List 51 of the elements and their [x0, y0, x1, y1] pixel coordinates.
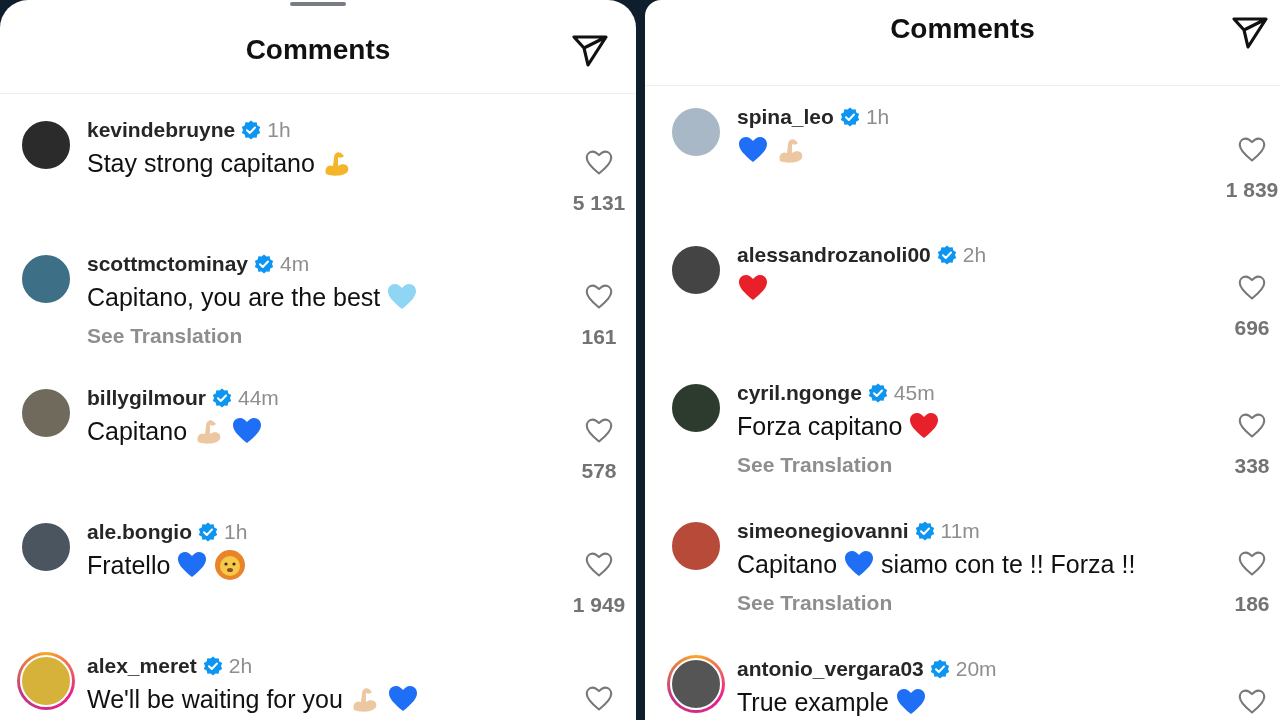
username[interactable]: alex_meret — [87, 654, 197, 678]
like-count: 578 — [581, 459, 617, 483]
drag-handle[interactable] — [290, 2, 346, 6]
username[interactable]: cyril.ngonge — [737, 381, 862, 405]
like-count: 338 — [1234, 454, 1270, 478]
like-count: 1 949 — [572, 593, 626, 617]
username[interactable]: simeonegiovanni — [737, 519, 909, 543]
like-count: 186 — [1234, 592, 1270, 616]
like-count: 5 131 — [572, 191, 626, 215]
comment-text: siamo con te !! Forza !! — [881, 549, 1136, 579]
comment-time: 4m — [280, 252, 310, 276]
like-count: 161 — [581, 325, 617, 349]
username[interactable]: alessandrozanoli00 — [737, 243, 931, 267]
username[interactable]: antonio_vergara03 — [737, 657, 924, 681]
comment-time: 2h — [228, 654, 253, 678]
like-heart-icon[interactable] — [1238, 136, 1266, 164]
comment-text: True example — [737, 687, 889, 717]
comment-time: 1h — [267, 118, 291, 142]
like-heart-icon[interactable] — [1238, 274, 1266, 302]
username[interactable]: scottmctominay — [87, 252, 249, 276]
comment-time: 1h — [224, 520, 248, 544]
comment-text: We'll be waiting for you — [87, 684, 343, 714]
like-heart-icon[interactable] — [585, 551, 613, 579]
like-heart-icon[interactable] — [585, 685, 613, 713]
comment-time: 2h — [962, 243, 987, 267]
sheet-title: Comments — [245, 33, 391, 66]
like-count: 1 839 — [1225, 178, 1279, 202]
username[interactable]: spina_leo — [737, 105, 834, 129]
username[interactable]: billygilmour — [87, 386, 206, 410]
username[interactable]: ale.bongio — [87, 520, 192, 544]
comment-time: 44m — [238, 386, 279, 410]
like-heart-icon[interactable] — [1238, 412, 1266, 440]
comment-time: 11m — [940, 519, 980, 543]
like-heart-icon[interactable] — [1238, 550, 1266, 578]
username[interactable]: kevindebruyne — [87, 118, 236, 142]
comment-text: Forza capitano — [737, 411, 903, 441]
comment-text: Capitano, you are the best — [87, 282, 381, 312]
lion-face-emoji-icon — [214, 549, 247, 581]
like-heart-icon[interactable] — [585, 283, 613, 311]
like-heart-icon[interactable] — [585, 149, 613, 177]
comment-text: Capitano — [737, 549, 838, 579]
comment-time: 20m — [955, 657, 997, 681]
comment-time: 45m — [893, 381, 935, 405]
like-heart-icon[interactable] — [1238, 688, 1266, 716]
sheet-title: Comments — [890, 13, 1035, 45]
comment-text: Capitano — [87, 416, 188, 446]
comment-text: Fratello — [87, 550, 171, 580]
like-heart-icon[interactable] — [585, 417, 613, 445]
comment-time: 1h — [865, 105, 890, 129]
like-count: 696 — [1234, 316, 1270, 340]
comment-text: Stay strong capitano — [87, 148, 315, 178]
